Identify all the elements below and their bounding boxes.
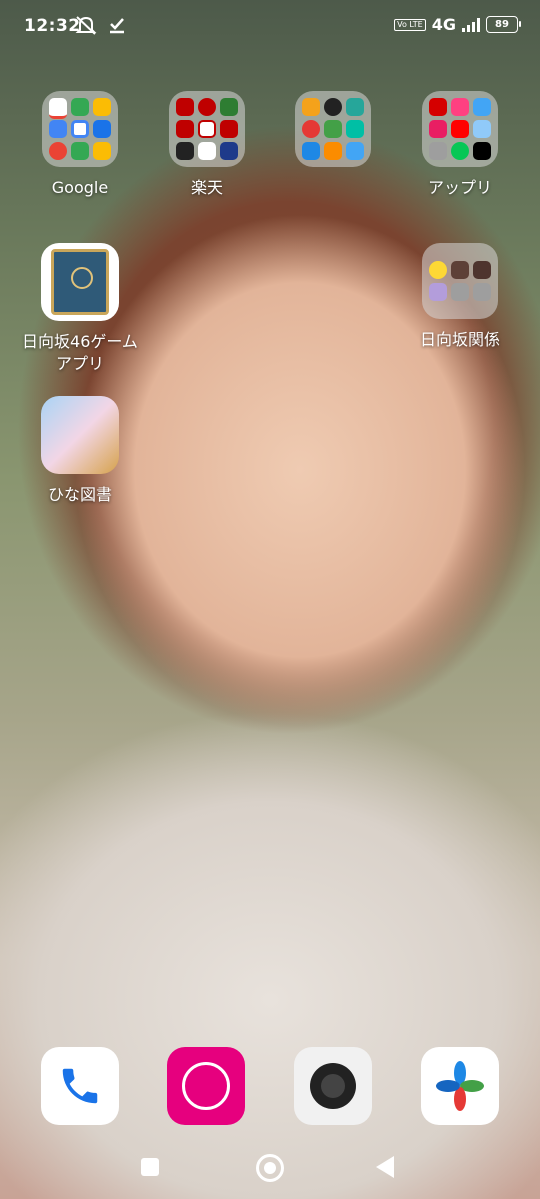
folder-icon[interactable] — [422, 243, 498, 319]
volte-icon: Vo LTE — [394, 18, 426, 31]
phone-icon[interactable] — [41, 1047, 119, 1125]
hina-books-icon[interactable] — [41, 396, 119, 474]
hina-books-app[interactable]: ひな図書 — [40, 396, 120, 506]
status-bar: 12:32 Vo LTE 4G 89 — [0, 0, 540, 54]
hinatazaka-folder[interactable]: 日向坂関係 — [420, 243, 500, 351]
camera-icon[interactable] — [294, 1047, 372, 1125]
google-folder[interactable]: Google — [40, 91, 120, 199]
game-app[interactable]: 日向坂46ゲームアプリ — [22, 243, 138, 375]
status-time: 12:32 — [24, 16, 81, 36]
recents-button[interactable] — [141, 1158, 159, 1176]
download-done-icon — [110, 18, 124, 34]
folder-icon[interactable] — [169, 91, 245, 167]
folder-icon[interactable] — [422, 91, 498, 167]
folder-label: 楽天 — [190, 178, 223, 197]
navigation-bar — [0, 1142, 540, 1190]
battery-icon: 89 — [486, 16, 521, 33]
folder-icon[interactable] — [42, 91, 118, 167]
rakuten-link-icon[interactable] — [167, 1047, 245, 1125]
folder-label: アップリ — [427, 178, 492, 197]
signal-icon — [462, 17, 480, 32]
network-type: 4G — [431, 15, 456, 34]
folder-label: Google — [51, 178, 109, 197]
rakuten-folder[interactable]: 楽天 — [167, 91, 247, 199]
dock — [0, 1047, 540, 1127]
tools-folder[interactable] — [293, 91, 373, 177]
photos-icon[interactable] — [421, 1047, 499, 1125]
app-label: 日向坂46ゲームアプリ — [22, 332, 138, 373]
folder-icon[interactable] — [295, 91, 371, 167]
app-label: ひな図書 — [47, 485, 112, 504]
folder-label: 日向坂関係 — [419, 330, 500, 349]
book-icon[interactable] — [41, 243, 119, 321]
mute-icon — [75, 16, 97, 35]
apps-folder[interactable]: アップリ — [420, 91, 500, 199]
back-button[interactable] — [376, 1156, 394, 1178]
home-button[interactable] — [256, 1154, 284, 1182]
